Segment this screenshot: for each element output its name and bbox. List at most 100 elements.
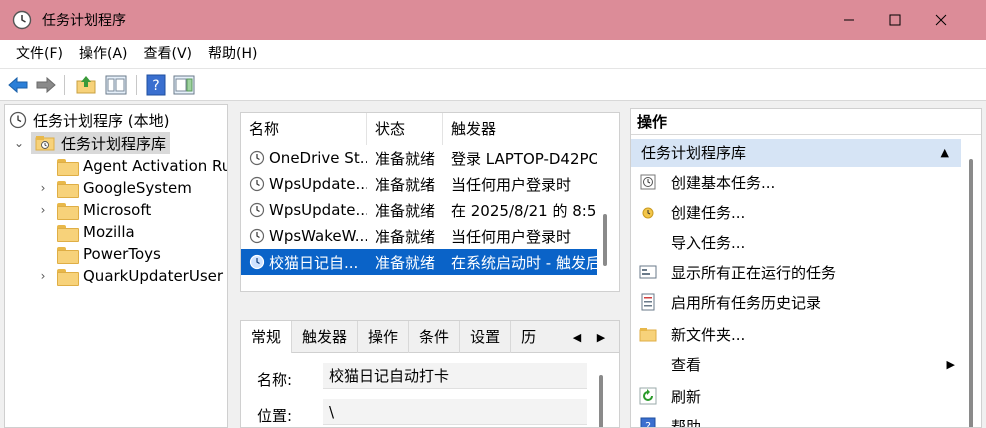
actions-section-label: 任务计划程序库 — [641, 144, 747, 162]
tree-item-mozilla[interactable]: Mozilla — [37, 221, 135, 243]
svg-text:?: ? — [645, 420, 651, 428]
library-folder-icon — [35, 136, 55, 151]
maximize-button[interactable] — [872, 0, 918, 40]
chevron-right-icon[interactable]: › — [37, 177, 49, 199]
close-button[interactable] — [918, 0, 964, 40]
tab-conditions[interactable]: 条件 — [409, 321, 461, 353]
task-status: 准备就绪 — [375, 253, 436, 272]
action-help[interactable]: ? 帮助 — [631, 411, 961, 428]
toolbar: ? — [0, 68, 986, 101]
name-field[interactable]: 校猫日记自动打卡 — [323, 363, 587, 389]
task-status: 准备就绪 — [375, 149, 436, 168]
task-trigger: 在系统启动时 - 触发后 — [451, 253, 597, 272]
column-header-name[interactable]: 名称 — [241, 113, 367, 145]
tree-root[interactable]: 任务计划程序 (本地) — [9, 109, 169, 131]
vertical-scrollbar[interactable] — [599, 375, 603, 427]
actions-pane: 操作 任务计划程序库 ▲ 创建基本任务... 创建任务... 导入任务... 显… — [630, 108, 982, 428]
vertical-scrollbar[interactable] — [969, 159, 973, 427]
action-label: 显示所有正在运行的任务 — [671, 263, 837, 282]
folder-icon — [57, 158, 79, 176]
task-icon — [249, 254, 265, 270]
help-icon: ? — [640, 417, 656, 428]
tab-actions[interactable]: 操作 — [358, 321, 410, 353]
forward-icon[interactable] — [34, 73, 58, 97]
tree-item-quarkupdateruser[interactable]: › QuarkUpdaterUser — [37, 265, 223, 287]
collapse-up-icon[interactable]: ▲ — [941, 139, 949, 167]
folder-icon — [57, 224, 79, 242]
task-name: WpsWakeW... — [269, 227, 367, 245]
back-icon[interactable] — [6, 73, 30, 97]
menu-help[interactable]: 帮助(H) — [200, 40, 265, 68]
minimize-button[interactable] — [826, 0, 872, 40]
tree-item-label: PowerToys — [83, 245, 161, 263]
tab-settings[interactable]: 设置 — [460, 321, 512, 353]
menu-view[interactable]: 查看(V) — [136, 40, 201, 68]
column-header-trigger[interactable]: 触发器 — [443, 113, 601, 145]
task-icon — [249, 150, 265, 166]
title-bar: 任务计划程序 — [0, 0, 986, 40]
task-name: WpsUpdate... — [269, 201, 367, 219]
tree-item-label: Microsoft — [83, 201, 152, 219]
tab-scroll-right-icon[interactable]: ▶ — [593, 327, 609, 347]
tree-item-powertoys[interactable]: PowerToys — [37, 243, 161, 265]
tree-item-label: Mozilla — [83, 223, 135, 241]
action-label: 创建任务... — [671, 203, 746, 222]
action-label: 帮助 — [671, 417, 702, 428]
action-refresh[interactable]: 刷新 — [631, 381, 961, 411]
submenu-arrow-icon: ▶ — [946, 357, 955, 371]
chevron-right-icon[interactable]: › — [37, 199, 49, 221]
action-enable-history[interactable]: 启用所有任务历史记录 — [631, 287, 961, 317]
show-hide-action-pane-icon[interactable] — [172, 73, 196, 97]
help-icon[interactable]: ? — [144, 73, 168, 97]
chevron-right-icon[interactable]: › — [37, 265, 49, 287]
actions-header: 操作 — [631, 109, 981, 135]
tree-item-googlesystem[interactable]: › GoogleSystem — [37, 177, 192, 199]
table-row[interactable]: OneDrive St... 准备就绪 登录 LAPTOP-D42PO — [241, 145, 597, 171]
action-create-task[interactable]: 创建任务... — [631, 197, 961, 227]
task-trigger: 登录 LAPTOP-D42PO — [451, 149, 597, 168]
tree-item-agent-activation-run[interactable]: Agent Activation Run — [37, 155, 228, 177]
details-tab-bar: 常规 触发器 操作 条件 设置 历 — [241, 321, 619, 353]
table-row[interactable]: WpsUpdate... 准备就绪 在 2025/8/21 的 8:56 — [241, 197, 597, 223]
action-new-folder[interactable]: 新文件夹... — [631, 319, 961, 349]
tab-general[interactable]: 常规 — [241, 321, 293, 353]
console-tree: 任务计划程序 (本地) ⌄ 任务计划程序库 Agent Activation R… — [4, 104, 228, 428]
task-icon — [249, 176, 265, 192]
vertical-scrollbar[interactable] — [603, 214, 607, 266]
tree-item-microsoft[interactable]: › Microsoft — [37, 199, 151, 221]
folder-icon — [57, 180, 79, 198]
tab-history[interactable]: 历 — [511, 321, 546, 353]
minimize-icon — [844, 19, 854, 21]
table-row-selected[interactable]: 校猫日记自... 准备就绪 在系统启动时 - 触发后 — [241, 249, 597, 275]
menu-file[interactable]: 文件(F) — [8, 40, 71, 68]
action-import-task[interactable]: 导入任务... — [631, 227, 961, 257]
tree-library[interactable]: ⌄ 任务计划程序库 — [13, 132, 171, 154]
action-label: 导入任务... — [671, 233, 746, 252]
task-scheduler-icon — [12, 10, 32, 30]
menu-bar: 文件(F) 操作(A) 查看(V) 帮助(H) — [0, 40, 986, 68]
action-label: 启用所有任务历史记录 — [671, 293, 822, 312]
show-hide-console-tree-icon[interactable] — [104, 73, 128, 97]
menu-action[interactable]: 操作(A) — [71, 40, 136, 68]
tree-item-label: Agent Activation Run — [83, 157, 228, 175]
close-icon — [935, 14, 947, 26]
up-folder-icon[interactable] — [74, 73, 98, 97]
tab-scroll-left-icon[interactable]: ◀ — [569, 327, 585, 347]
action-show-running-tasks[interactable]: 显示所有正在运行的任务 — [631, 257, 961, 287]
history-icon — [641, 293, 655, 311]
svg-text:?: ? — [152, 78, 159, 94]
task-status: 准备就绪 — [375, 227, 436, 246]
tree-item-label: GoogleSystem — [83, 179, 192, 197]
chevron-down-icon[interactable]: ⌄ — [13, 132, 25, 154]
action-view[interactable]: 查看 ▶ — [631, 349, 961, 379]
task-name: WpsUpdate... — [269, 175, 367, 193]
table-row[interactable]: WpsWakeW... 准备就绪 当任何用户登录时 — [241, 223, 597, 249]
action-create-basic-task[interactable]: 创建基本任务... — [631, 167, 961, 197]
location-field[interactable]: \ — [323, 399, 587, 425]
running-tasks-icon — [639, 265, 657, 279]
tab-triggers[interactable]: 触发器 — [292, 321, 359, 353]
actions-section-header[interactable]: 任务计划程序库 ▲ — [631, 139, 961, 167]
action-label: 刷新 — [671, 387, 702, 406]
column-header-status[interactable]: 状态 — [367, 113, 443, 145]
table-row[interactable]: WpsUpdate... 准备就绪 当任何用户登录时 — [241, 171, 597, 197]
